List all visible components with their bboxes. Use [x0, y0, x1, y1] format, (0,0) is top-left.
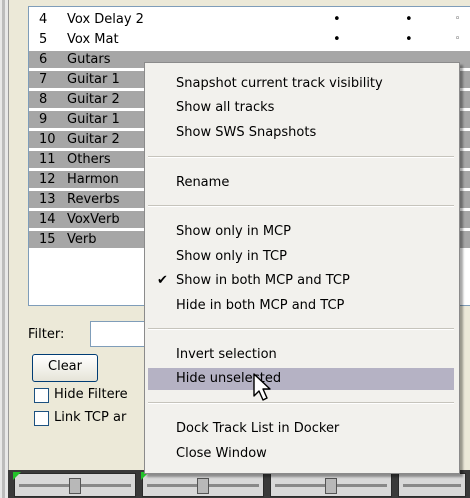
track-number: 8	[39, 92, 48, 107]
menu-item-show-sws[interactable]: Show SWS Snapshots	[145, 122, 459, 144]
mixer-strip-area	[8, 470, 470, 498]
menu-item-hide-both[interactable]: Hide in both MCP and TCP	[145, 295, 459, 317]
mixer-slot[interactable]	[270, 473, 392, 497]
menu-item-show-only-mcp[interactable]: Show only in MCP	[145, 221, 459, 243]
fader-knob[interactable]	[197, 478, 209, 494]
menu-item-label: Show all tracks	[176, 100, 275, 115]
menu-item-rename[interactable]: Rename	[145, 172, 459, 194]
window-left-frame	[0, 0, 9, 498]
track-name: Vox Mat	[67, 32, 119, 47]
menu-item-label: Snapshot current track visibility	[176, 76, 383, 91]
context-menu: Snapshot current track visibility Show a…	[144, 62, 460, 474]
track-number: 14	[39, 212, 56, 227]
track-number: 6	[39, 52, 48, 67]
track-number: 12	[39, 172, 56, 187]
link-tcp-label: Link TCP ar	[54, 410, 127, 425]
track-number: 10	[39, 132, 56, 147]
track-name: Reverbs	[67, 192, 120, 207]
menu-item-show-both[interactable]: ✔ Show in both MCP and TCP	[145, 270, 459, 292]
track-name: Verb	[67, 232, 97, 247]
menu-item-snapshot[interactable]: Snapshot current track visibility	[145, 73, 459, 95]
track-name: Gutars	[67, 52, 111, 67]
track-name: Guitar 2	[67, 92, 120, 107]
checkmark-icon: ✔	[157, 273, 168, 288]
hide-filtered-checkbox[interactable]	[34, 388, 49, 403]
extra-indicator-dot: ◦	[455, 34, 461, 44]
track-row[interactable]: 5 Vox Mat • • ◦	[29, 31, 470, 48]
filter-input[interactable]	[90, 321, 152, 347]
track-number: 5	[39, 32, 48, 47]
menu-separator	[148, 402, 454, 404]
track-name: Others	[67, 152, 111, 167]
mcp-visibility-dot: •	[333, 12, 341, 27]
frame-stripe	[2, 0, 5, 498]
mouse-pointer-icon	[253, 373, 271, 401]
menu-item-show-all[interactable]: Show all tracks	[145, 97, 459, 119]
clear-button[interactable]: Clear	[32, 354, 98, 382]
track-number: 13	[39, 192, 56, 207]
track-number: 15	[39, 232, 56, 247]
filter-label: Filter:	[28, 327, 65, 342]
mixer-slot[interactable]	[141, 472, 264, 497]
track-name: Guitar 1	[67, 112, 120, 127]
hide-filtered-label: Hide Filtere	[54, 387, 128, 402]
green-corner-marker	[13, 472, 21, 480]
menu-item-invert-selection[interactable]: Invert selection	[145, 344, 459, 366]
menu-separator	[148, 205, 454, 207]
tcp-visibility-dot: •	[405, 12, 413, 27]
track-number: 9	[39, 112, 48, 127]
menu-item-label: Dock Track List in Docker	[176, 421, 340, 436]
menu-separator	[148, 328, 454, 330]
menu-item-label: Show only in MCP	[176, 224, 291, 239]
track-number: 11	[39, 152, 56, 167]
mcp-visibility-dot: •	[333, 32, 341, 47]
track-name: Harmon	[67, 172, 119, 187]
track-name: VoxVerb	[67, 212, 120, 227]
mixer-slot[interactable]	[398, 473, 466, 497]
fader-track	[403, 484, 461, 487]
track-name: Guitar 1	[67, 72, 120, 87]
tcp-visibility-dot: •	[405, 32, 413, 47]
extra-indicator-dot: ◦	[455, 14, 461, 24]
menu-item-label: Rename	[176, 175, 230, 190]
menu-item-label: Show only in TCP	[176, 249, 287, 264]
menu-separator	[148, 156, 454, 158]
menu-item-dock[interactable]: Dock Track List in Docker	[145, 418, 459, 440]
menu-item-hide-unselected[interactable]: Hide unselected	[148, 368, 454, 390]
fader-knob[interactable]	[325, 478, 337, 494]
link-tcp-checkbox[interactable]	[34, 411, 49, 426]
menu-item-show-only-tcp[interactable]: Show only in TCP	[145, 246, 459, 268]
track-list-window: 4 Vox Delay 2 • • ◦ 5 Vox Mat • • ◦ 6 Gutars 7 Guitar…	[0, 0, 470, 498]
menu-item-label: Hide in both MCP and TCP	[176, 298, 345, 313]
track-name: Vox Delay 2	[67, 12, 144, 27]
track-row[interactable]: 4 Vox Delay 2 • • ◦	[29, 11, 470, 28]
menu-item-label: Invert selection	[176, 347, 277, 362]
menu-item-label: Close Window	[176, 446, 267, 461]
fader-knob[interactable]	[69, 478, 81, 494]
track-name: Guitar 2	[67, 132, 120, 147]
track-number: 7	[39, 72, 48, 87]
menu-item-label: Show SWS Snapshots	[176, 125, 317, 140]
menu-item-close-window[interactable]: Close Window	[145, 443, 459, 465]
track-number: 4	[39, 12, 48, 27]
mixer-slot[interactable]	[13, 472, 136, 497]
menu-item-label: Show in both MCP and TCP	[176, 273, 350, 288]
